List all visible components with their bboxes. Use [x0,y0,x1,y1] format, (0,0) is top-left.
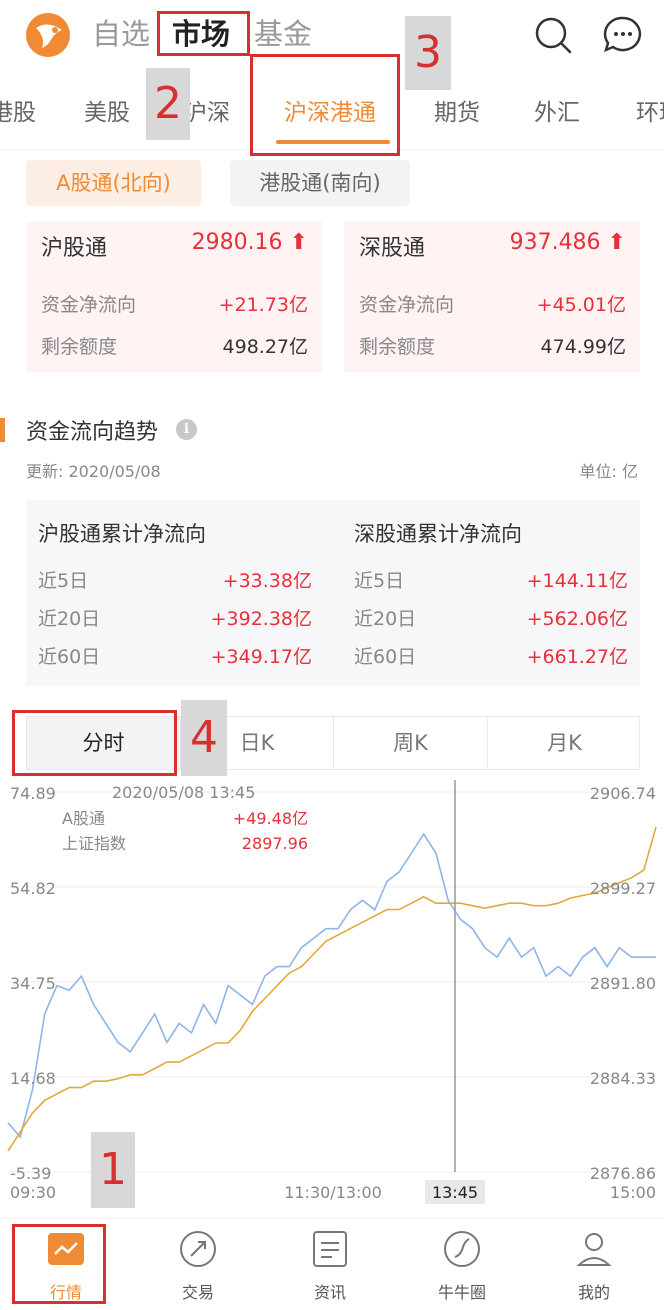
period-value: +562.06亿 [526,608,628,630]
quota-value: 498.27亿 [222,336,308,358]
x-tick: 11:30/13:00 [284,1183,382,1202]
nav-trade[interactable]: 交易 [132,1219,264,1310]
tab-watchlist[interactable]: 自选 [92,14,150,54]
tooltip-key: A股通 [62,809,105,828]
highlight-quotes-nav [12,1224,106,1304]
annotation-1: 1 [91,1132,135,1208]
nav-label: 牛牛圈 [437,1283,486,1302]
x-tick: 09:30 [10,1183,56,1202]
nav-news[interactable]: 资讯 [264,1219,396,1310]
period-value: +661.27亿 [526,646,628,668]
period-label: 近60日 [354,646,417,668]
card-value: 937.486 ⬆ [509,230,626,255]
period-value: +33.38亿 [222,570,312,592]
card-name: 深股通 [359,236,426,261]
y-left-tick: -5.39 [10,1164,51,1183]
cumulative-flow-panel: 沪股通累计净流向 近5日 +33.38亿 近20日 +392.38亿 近60日 … [26,500,640,686]
tab-monthly-k[interactable]: 月K [487,717,641,769]
period-label: 近60日 [38,646,101,668]
quota-value: 474.99亿 [540,336,626,358]
message-icon[interactable] [602,14,644,56]
highlight-intraday-tab [12,710,177,776]
nav-label: 交易 [181,1283,214,1302]
section-title: 资金流向趋势 [26,420,159,445]
y-right-tick: 2906.74 [590,784,656,803]
sz-cumulative-title: 深股通累计净流向 [354,522,522,546]
annotation-3: 3 [405,16,451,90]
card-name: 沪股通 [41,236,108,261]
arrow-up-icon: ⬆ [289,230,308,255]
community-icon [444,1231,480,1267]
subtab-forex[interactable]: 外汇 [534,98,580,128]
trade-icon [180,1231,216,1267]
y-left-tick: 74.89 [10,784,56,803]
news-icon [313,1231,347,1267]
period-label: 近5日 [38,570,89,592]
sh-cumulative-title: 沪股通累计净流向 [38,522,206,546]
arrow-up-icon: ⬆ [607,230,626,255]
app-logo-icon [26,13,70,57]
search-icon[interactable] [532,14,574,56]
info-icon[interactable]: i [176,419,197,440]
nav-label: 资讯 [313,1283,346,1302]
y-left-tick: 54.82 [10,879,56,898]
quota-label: 剩余额度 [41,336,118,358]
series-line-1 [7,826,657,1152]
y-left-tick: 34.75 [10,974,56,993]
tooltip-value: 2897.96 [242,834,308,853]
card-value: 2980.16 ⬆ [191,230,308,255]
nav-profile[interactable]: 我的 [528,1219,660,1310]
x-tick: 15:00 [610,1183,656,1202]
y-left-tick: 14.68 [10,1069,56,1088]
net-flow-label: 资金净流向 [41,294,137,316]
y-right-tick: 2884.33 [590,1069,656,1088]
unit-label: 单位: 亿 [579,462,638,481]
annotation-2: 2 [146,68,190,140]
sh-connect-card[interactable]: 沪股通 2980.16 ⬆ 资金净流向 +21.73亿 剩余额度 498.27亿 [26,222,322,372]
section-marker [0,418,5,442]
period-label: 近20日 [354,608,417,630]
subtab-global[interactable]: 环球 [636,98,664,128]
nav-label: 我的 [577,1283,610,1302]
x-tick: 13:45 [432,1183,478,1202]
period-value: +349.17亿 [210,646,312,668]
tooltip-datetime: 2020/05/08 13:45 [112,783,255,802]
segment-northbound[interactable]: A股通(北向) [26,160,201,206]
period-value: +392.38亿 [210,608,312,630]
period-label: 近5日 [354,570,405,592]
y-right-tick: 2876.86 [590,1164,656,1183]
nav-community[interactable]: 牛牛圈 [396,1219,528,1310]
tooltip-key: 上证指数 [62,834,126,853]
sz-connect-card[interactable]: 深股通 937.486 ⬆ 资金净流向 +45.01亿 剩余额度 474.99亿 [344,222,640,372]
net-flow-value: +45.01亿 [536,294,626,316]
tooltip-value: +49.48亿 [233,809,308,828]
y-right-tick: 2899.27 [590,879,656,898]
net-flow-value: +21.73亿 [218,294,308,316]
tab-weekly-k[interactable]: 周K [333,717,487,769]
update-date: 更新: 2020/05/08 [26,462,161,481]
user-icon [576,1233,612,1266]
highlight-connect-tab [250,54,400,156]
highlight-market-tab [157,11,250,56]
tab-funds[interactable]: 基金 [254,14,312,54]
subtab-hk[interactable]: 港股 [0,98,36,128]
segment-southbound[interactable]: 港股通(南向) [230,160,410,206]
y-right-tick: 2891.80 [590,974,656,993]
series-line-0 [7,832,656,1139]
quota-label: 剩余额度 [359,336,436,358]
annotation-4: 4 [181,700,227,776]
subtab-futures[interactable]: 期货 [434,98,480,128]
subtab-shsz[interactable]: 沪深 [184,98,230,128]
subtab-us[interactable]: 美股 [84,98,130,128]
net-flow-label: 资金净流向 [359,294,455,316]
period-label: 近20日 [38,608,101,630]
period-value: +144.11亿 [526,570,628,592]
